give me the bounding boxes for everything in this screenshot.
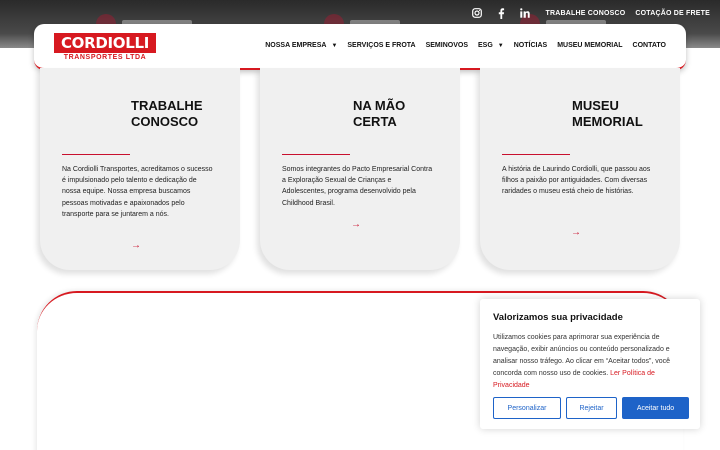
card-na-mao-certa: NA MÃO CERTA Somos integrantes do Pacto E… <box>260 68 460 270</box>
cookie-consent-banner: Valorizamos sua privacidade Utilizamos c… <box>480 299 700 429</box>
logo-main: CORDIOLLI <box>54 33 156 53</box>
cookie-title: Valorizamos sua privacidade <box>493 312 623 323</box>
arrow-right-icon[interactable]: → <box>131 240 141 251</box>
card-trabalhe-conosco: TRABALHE CONOSCO Na Cordiolli Transportes… <box>40 68 240 270</box>
cookie-buttons: Personalizar Rejeitar Aceitar tudo <box>493 397 689 419</box>
card-title: NA MÃO CERTA <box>353 98 406 129</box>
accept-all-button[interactable]: Aceitar tudo <box>622 397 689 419</box>
cookie-text: Utilizamos cookies para aprimorar sua ex… <box>493 334 671 389</box>
chevron-down-icon: ▼ <box>331 42 338 49</box>
card-body: Na Cordiolli Transportes, acreditamos o … <box>62 166 213 218</box>
linkedin-icon[interactable] <box>518 6 532 20</box>
card-title: TRABALHE CONOSCO <box>131 98 203 129</box>
chevron-down-icon: ▼ <box>497 42 504 49</box>
top-link-cotacao-frete[interactable]: COTAÇÃO DE FRETE <box>635 10 710 17</box>
instagram-icon[interactable] <box>470 6 484 20</box>
logo[interactable]: CORDIOLLI TRANSPORTES LTDA <box>54 33 156 61</box>
divider <box>502 154 570 155</box>
nav-item-noticias[interactable]: NOTÍCIAS <box>514 42 547 49</box>
nav-item-seminovos[interactable]: SEMINOVOS <box>426 42 468 49</box>
main-nav: NOSSA EMPRESA ▼ SERVIÇOS E FROTA SEMINOVO… <box>255 42 666 49</box>
nav-item-contato[interactable]: CONTATO <box>633 42 666 49</box>
nav-item-museu-memorial[interactable]: MUSEU MEMORIAL <box>557 42 622 49</box>
top-links: TRABALHE CONOSCO COTAÇÃO DE FRETE <box>470 6 720 20</box>
divider <box>62 154 130 155</box>
reject-button[interactable]: Rejeitar <box>566 397 617 419</box>
customize-button[interactable]: Personalizar <box>493 397 561 419</box>
card-title: MUSEU MEMORIAL <box>572 98 643 129</box>
nav-item-esg[interactable]: ESG ▼ <box>478 42 504 49</box>
arrow-right-icon[interactable]: → <box>571 227 581 238</box>
logo-sub: TRANSPORTES LTDA <box>63 54 147 61</box>
top-link-trabalhe-conosco[interactable]: TRABALHE CONOSCO <box>546 10 626 17</box>
card-museu-memorial: MUSEU MEMORIAL A história de Laurindo Cor… <box>480 68 680 270</box>
card-body: Somos integrantes do Pacto Empresarial C… <box>282 166 433 207</box>
nav-item-servicos-frota[interactable]: SERVIÇOS E FROTA <box>347 42 415 49</box>
main-header: CORDIOLLI TRANSPORTES LTDA NOSSA EMPRESA… <box>34 24 686 70</box>
nav-item-nossa-empresa[interactable]: NOSSA EMPRESA ▼ <box>265 42 337 49</box>
divider <box>282 154 350 155</box>
arrow-right-icon[interactable]: → <box>351 219 361 230</box>
card-body: A história de Laurindo Cordiolli, que pa… <box>502 166 651 196</box>
facebook-icon[interactable] <box>494 6 508 20</box>
